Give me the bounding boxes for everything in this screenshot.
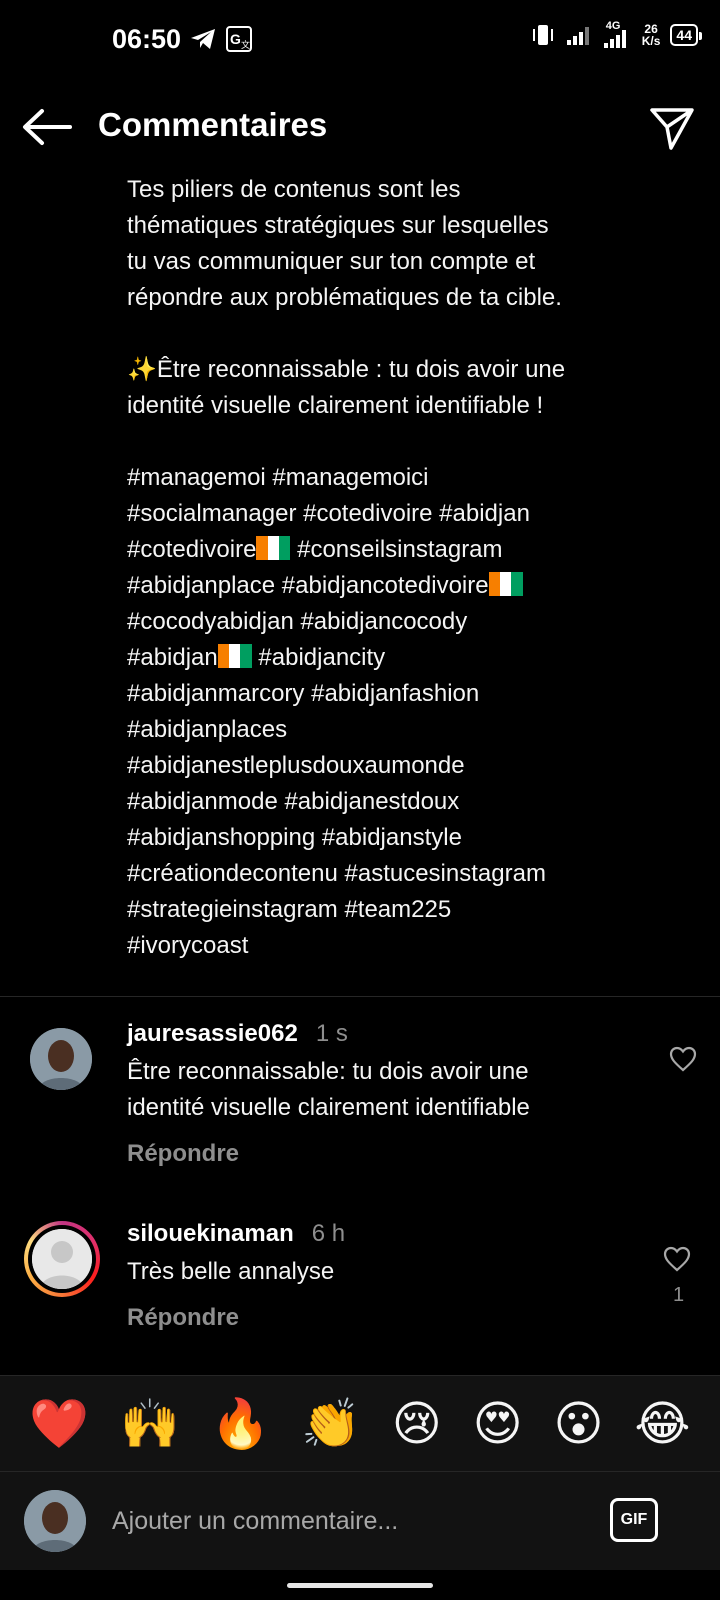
emoji-fire-button[interactable]: 🔥 [211,1396,271,1452]
signal-strength-icon [566,27,589,45]
cote-divoire-flag-icon [488,571,523,596]
svg-text:文: 文 [241,39,250,50]
comment-header: jauresassie062 1 s [127,1020,348,1048]
header: Commentaires [0,90,720,164]
avatar [32,1229,92,1289]
comment-composer: GIF [0,1471,720,1570]
reply-button[interactable]: Répondre [127,1304,239,1332]
gif-button[interactable]: GIF [610,1498,658,1542]
page-title: Commentaires [98,106,328,143]
hashtag-line[interactable]: #abidjanplace #abidjancotedivoire [127,568,697,604]
emoji-raising-hands-button[interactable]: 🙌 [120,1396,180,1452]
avatar [24,1490,86,1552]
hashtag-line[interactable]: #abidjan #abidjancity [127,640,697,676]
cote-divoire-flag-icon [217,643,252,668]
comment-time: 1 s [315,1020,348,1047]
emoji-laughing-button[interactable]: 😂 [634,1396,690,1452]
divider [0,996,720,997]
comment-header: silouekinaman 6 h [127,1220,345,1248]
heart-icon[interactable] [663,1246,691,1272]
hashtag-line[interactable]: #abidjanmode #abidjanestdoux [127,784,697,820]
signal-4g-icon: 4G [602,20,632,48]
svg-text:G: G [230,31,241,47]
heart-icon[interactable] [669,1046,697,1072]
translate-icon: G 文 [226,26,252,52]
avatar[interactable] [30,1028,92,1090]
status-system-icons: 4G 26 K/s 44 [530,20,702,48]
hashtag-line[interactable]: #créationdecontenu #astucesinstagram [127,856,697,892]
battery-icon: 44 [670,24,702,46]
hashtag-line[interactable]: #socialmanager #cotedivoire #abidjan [127,496,697,532]
hashtag-line[interactable]: #abidjanplaces [127,712,697,748]
comment-text: Très belle annalyse [127,1258,335,1285]
network-speed-unit: K/s [641,34,661,48]
status-notification-icons: G 文 [190,26,252,52]
hashtag[interactable]: #cotedivoire [127,536,256,563]
emoji-heart-eyes-button[interactable]: 😍 [473,1396,523,1452]
caption-line: ✨Être reconnaissable : tu dois avoir une [127,356,566,383]
caption-line: thématiques stratégiques sur lesquelles [127,212,549,239]
cote-divoire-flag-icon [256,535,291,560]
share-send-icon[interactable] [648,104,696,152]
emoji-surprised-button[interactable]: 😮 [554,1396,604,1452]
network-speed: 26 K/s [642,23,661,47]
comment-input[interactable] [110,1500,574,1542]
caption-line: Tes piliers de contenus sont les [127,176,461,203]
hashtag-line[interactable]: #abidjanshopping #abidjanstyle [127,820,697,856]
battery-level: 44 [676,27,692,43]
like-count: 1 [673,1284,685,1306]
emoji-reaction-bar: ❤️ 🙌 🔥 👏 😢 😍 😮 😂 [0,1375,720,1471]
telegram-icon [191,29,215,49]
comment-username[interactable]: silouekinaman [127,1220,294,1247]
caption-line: tu vas communiquer sur ton compte et [127,248,536,275]
status-bar: 06:50 G 文 4G 26 K/s 44 [0,0,720,80]
hashtag-line[interactable]: #cotedivoire #conseilsinstagram [127,532,697,568]
hashtag[interactable]: #abidjan [127,644,218,671]
vibrate-icon [532,25,553,45]
caption-line: identité visuelle clairement identifiabl… [127,392,544,419]
status-time: 06:50 [112,24,182,54]
hashtag[interactable]: #abidjanplace #abidjancotedivoire [127,572,489,599]
hashtag-line[interactable]: #managemoi #managemoici [127,460,697,496]
comment-text: Être reconnaissable: tu dois avoir une i… [127,1054,647,1126]
hashtag[interactable]: #conseilsinstagram [290,536,502,563]
hashtag-line[interactable]: #abidjanmarcory #abidjanfashion [127,676,697,712]
post-caption: Tes piliers de contenus sont les thémati… [127,172,697,964]
comment-text-line: identité visuelle clairement identifiabl… [127,1094,530,1121]
hashtag-line[interactable]: #abidjanestleplusdouxaumonde [127,748,697,784]
comment-text-line: Être reconnaissable: tu dois avoir une [127,1058,529,1085]
emoji-heart-button[interactable]: ❤️ [29,1396,89,1452]
comment-username[interactable]: jauresassie062 [127,1020,298,1047]
caption-line: répondre aux problématiques de ta cible. [127,284,562,311]
avatar-story-ring[interactable] [24,1221,100,1297]
comment-time: 6 h [311,1220,346,1247]
back-arrow-icon[interactable] [20,106,72,148]
reply-button[interactable]: Répondre [127,1140,239,1168]
hashtag-line[interactable]: #cocodyabidjan #abidjancocody [127,604,697,640]
hashtag-line[interactable]: #strategieinstagram #team225 [127,892,697,928]
home-indicator[interactable] [287,1583,433,1588]
hashtag[interactable]: #abidjancity [252,644,385,671]
emoji-crying-button[interactable]: 😢 [392,1396,442,1452]
emoji-clapping-button[interactable]: 👏 [301,1396,361,1452]
hashtag-line[interactable]: #ivorycoast [127,928,697,964]
